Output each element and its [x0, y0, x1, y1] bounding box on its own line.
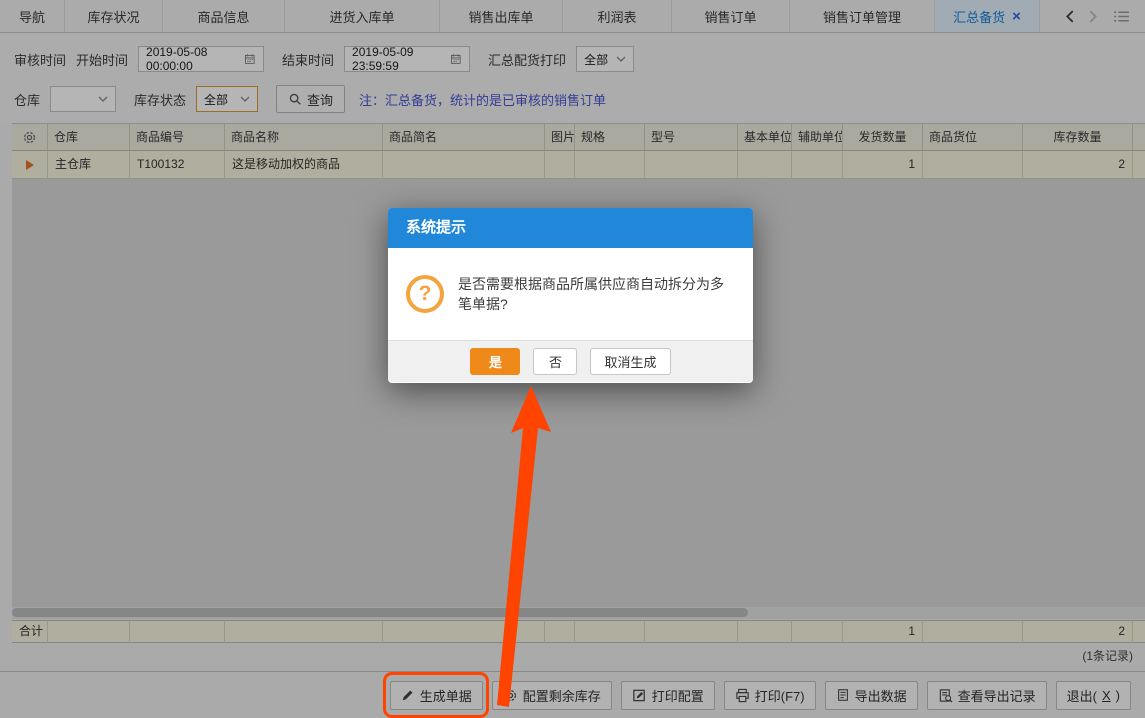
question-mark-circle-icon: ? [406, 275, 444, 313]
yes-button[interactable]: 是 [470, 348, 520, 375]
system-prompt-dialog: 系统提示 ? 是否需要根据商品所属供应商自动拆分为多笔单据? 是 否 取消生成 [388, 208, 753, 383]
cancel-generate-button[interactable]: 取消生成 [590, 348, 670, 375]
dialog-message: 是否需要根据商品所属供应商自动拆分为多笔单据? [458, 274, 735, 314]
no-button[interactable]: 否 [533, 348, 577, 375]
dialog-title: 系统提示 [388, 208, 753, 248]
